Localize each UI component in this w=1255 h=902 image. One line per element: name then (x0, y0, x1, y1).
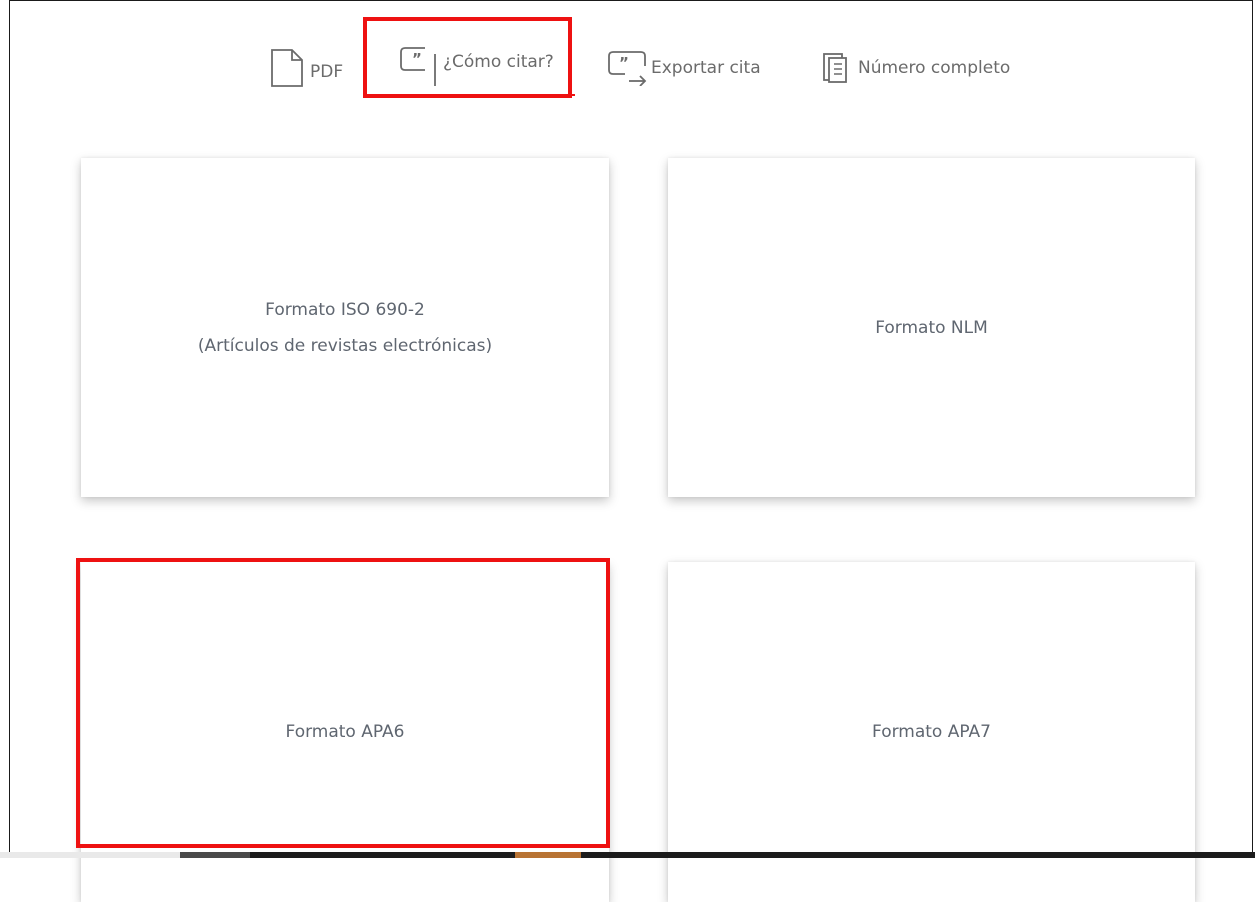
how-to-cite-button[interactable]: ” ¿Cómo citar? (399, 44, 554, 88)
format-apa6-label: Formato APA6 (285, 722, 405, 742)
quote-icon: ” (399, 44, 439, 88)
format-apa7-card[interactable]: Formato APA7 (668, 562, 1195, 902)
pdf-button[interactable]: PDF (270, 48, 343, 88)
export-citation-label: Exportar cita (651, 58, 761, 78)
format-apa6-card[interactable]: Formato APA6 (81, 562, 609, 902)
document-icon (270, 48, 304, 88)
export-citation-button[interactable]: ” Exportar cita (607, 50, 761, 86)
format-nlm-label: Formato NLM (875, 317, 988, 338)
format-iso-card-text: Formato ISO 690-2 (Artículos de revistas… (198, 292, 492, 364)
svg-text:”: ” (412, 50, 422, 68)
format-nlm-card[interactable]: Formato NLM (668, 158, 1195, 497)
format-apa7-label: Formato APA7 (872, 722, 991, 742)
export-quote-icon: ” (607, 50, 649, 86)
taskbar-segment (515, 852, 581, 858)
svg-text:”: ” (619, 54, 629, 72)
format-iso-title: Formato ISO 690-2 (265, 299, 425, 320)
taskbar-strip (0, 852, 1255, 858)
how-to-cite-label: ¿Cómo citar? (443, 52, 554, 72)
format-iso-690-2-card[interactable]: Formato ISO 690-2 (Artículos de revistas… (81, 158, 609, 497)
cite-highlight-underline (572, 94, 575, 96)
full-issue-button[interactable]: Número completo (822, 52, 1010, 84)
taskbar-segment (0, 852, 180, 858)
format-iso-subtitle: (Artículos de revistas electrónicas) (197, 335, 493, 356)
full-issue-label: Número completo (858, 58, 1011, 78)
taskbar-segment (180, 852, 250, 858)
book-icon (822, 52, 848, 84)
pdf-label: PDF (310, 62, 344, 82)
